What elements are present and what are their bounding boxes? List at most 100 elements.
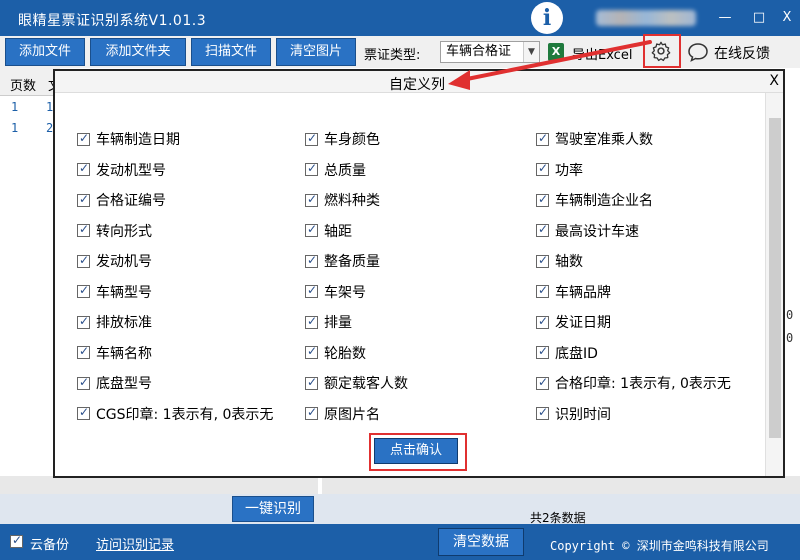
field-checkbox[interactable] <box>536 192 549 207</box>
dialog-title: 自定义列 <box>389 77 445 93</box>
field-label: 底盘ID <box>555 345 598 362</box>
user-info-blurred <box>596 10 696 26</box>
field-option[interactable]: 总质量 <box>305 160 366 180</box>
scan-file-button[interactable]: 扫描文件 <box>191 38 271 66</box>
field-option[interactable]: 最高设计车速 <box>536 221 639 241</box>
add-file-button[interactable]: 添加文件 <box>5 38 85 66</box>
one-click-recognize-button[interactable]: 一键识别 <box>232 496 314 522</box>
field-option[interactable]: 轮胎数 <box>305 343 366 363</box>
field-option[interactable]: 转向形式 <box>77 221 152 241</box>
field-option[interactable]: 排放标准 <box>77 312 152 332</box>
field-checkbox[interactable] <box>305 375 318 390</box>
field-option[interactable]: 燃料种类 <box>305 190 380 210</box>
field-option[interactable]: 车辆制造企业名 <box>536 190 653 210</box>
field-option[interactable]: 原图片名 <box>305 404 380 424</box>
field-option[interactable]: 车架号 <box>305 282 366 302</box>
minimize-button[interactable]: — <box>716 9 734 27</box>
field-option[interactable]: 额定载客人数 <box>305 373 408 393</box>
field-label: 总质量 <box>324 162 366 179</box>
field-label: 发动机型号 <box>96 162 166 179</box>
field-checkbox[interactable] <box>77 314 90 329</box>
field-option[interactable]: 合格印章: 1表示有, 0表示无 <box>536 373 731 393</box>
field-checkbox[interactable] <box>77 222 90 237</box>
field-option[interactable]: 发动机号 <box>77 251 152 271</box>
field-checkbox[interactable] <box>536 344 549 359</box>
restore-button[interactable]: □ <box>750 9 768 27</box>
field-option[interactable]: 轴数 <box>536 251 583 271</box>
field-option[interactable]: 排量 <box>305 312 352 332</box>
field-label: 最高设计车速 <box>555 223 639 240</box>
field-checkbox[interactable] <box>77 375 90 390</box>
field-checkbox[interactable] <box>536 405 549 420</box>
field-checkbox[interactable] <box>77 131 90 146</box>
left-horizontal-scrollbar[interactable] <box>0 476 318 494</box>
confirm-button[interactable]: 点击确认 <box>374 438 458 464</box>
field-option[interactable]: 底盘ID <box>536 343 598 363</box>
add-folder-button[interactable]: 添加文件夹 <box>90 38 186 66</box>
field-checkbox[interactable] <box>305 131 318 146</box>
field-option[interactable]: 识别时间 <box>536 404 611 424</box>
field-checkbox[interactable] <box>305 283 318 298</box>
chat-bubble-icon[interactable] <box>687 42 709 62</box>
grid-row-page: 1 <box>11 100 19 114</box>
field-option[interactable]: 车身颜色 <box>305 129 380 149</box>
field-option[interactable]: 功率 <box>536 160 583 180</box>
field-checkbox[interactable] <box>536 131 549 146</box>
field-checkbox[interactable] <box>305 192 318 207</box>
scrollbar-thumb[interactable] <box>769 118 781 438</box>
close-window-button[interactable]: X <box>778 9 796 27</box>
field-checkbox[interactable] <box>536 283 549 298</box>
field-checkbox[interactable] <box>305 344 318 359</box>
field-checkbox[interactable] <box>305 314 318 329</box>
feedback-button[interactable]: 在线反馈 <box>714 43 770 63</box>
dialog-close-button[interactable]: X <box>769 73 779 89</box>
field-option[interactable]: 车辆型号 <box>77 282 152 302</box>
ticket-type-label: 票证类型: <box>364 48 421 63</box>
field-option[interactable]: 驾驶室准乘人数 <box>536 129 653 149</box>
field-option[interactable]: 发动机型号 <box>77 160 166 180</box>
copyright-text: Copyright © 深圳市金鸣科技有限公司 <box>550 539 769 553</box>
field-checkbox[interactable] <box>77 344 90 359</box>
field-label: 轴距 <box>324 223 352 240</box>
grid-header-page: 页数 <box>10 79 37 94</box>
field-label: 车辆型号 <box>96 284 152 301</box>
visit-records-link[interactable]: 访问识别记录 <box>96 534 174 553</box>
field-checkbox[interactable] <box>77 192 90 207</box>
field-checkbox[interactable] <box>536 222 549 237</box>
field-option[interactable]: 整备质量 <box>305 251 380 271</box>
field-checkbox[interactable] <box>536 314 549 329</box>
clear-data-button[interactable]: 清空数据 <box>438 528 524 556</box>
field-label: 轮胎数 <box>324 345 366 362</box>
field-option[interactable]: 车辆品牌 <box>536 282 611 302</box>
right-horizontal-scrollbar[interactable] <box>322 476 800 494</box>
field-option[interactable]: 车辆制造日期 <box>77 129 180 149</box>
dialog-scrollbar[interactable] <box>765 93 783 476</box>
field-label: 车架号 <box>324 284 366 301</box>
field-checkbox[interactable] <box>77 161 90 176</box>
cloud-backup-checkbox[interactable] <box>10 533 23 548</box>
bottom-strip <box>0 494 800 524</box>
field-option[interactable]: 底盘型号 <box>77 373 152 393</box>
field-checkbox[interactable] <box>305 161 318 176</box>
field-label: 车身颜色 <box>324 132 380 148</box>
field-option[interactable]: 车辆名称 <box>77 343 152 363</box>
field-checkbox[interactable] <box>305 405 318 420</box>
field-label: 车辆制造企业名 <box>555 193 653 209</box>
field-checkbox[interactable] <box>77 253 90 268</box>
field-checkbox[interactable] <box>305 222 318 237</box>
field-option[interactable]: 发证日期 <box>536 312 611 332</box>
field-label: 功率 <box>555 162 583 179</box>
field-checkbox[interactable] <box>536 375 549 390</box>
field-checkbox[interactable] <box>536 253 549 268</box>
field-checkbox[interactable] <box>77 405 90 420</box>
field-option[interactable]: 轴距 <box>305 221 352 241</box>
field-option[interactable]: 合格证编号 <box>77 190 166 210</box>
field-label: 额定载客人数 <box>324 376 408 392</box>
clear-images-button[interactable]: 清空图片 <box>276 38 356 66</box>
field-checkbox[interactable] <box>77 283 90 298</box>
field-checkbox[interactable] <box>305 253 318 268</box>
field-label: 车辆品牌 <box>555 284 611 301</box>
field-option[interactable]: CGS印章: 1表示有, 0表示无 <box>77 404 273 424</box>
app-logo-icon: i <box>531 2 563 34</box>
field-checkbox[interactable] <box>536 161 549 176</box>
